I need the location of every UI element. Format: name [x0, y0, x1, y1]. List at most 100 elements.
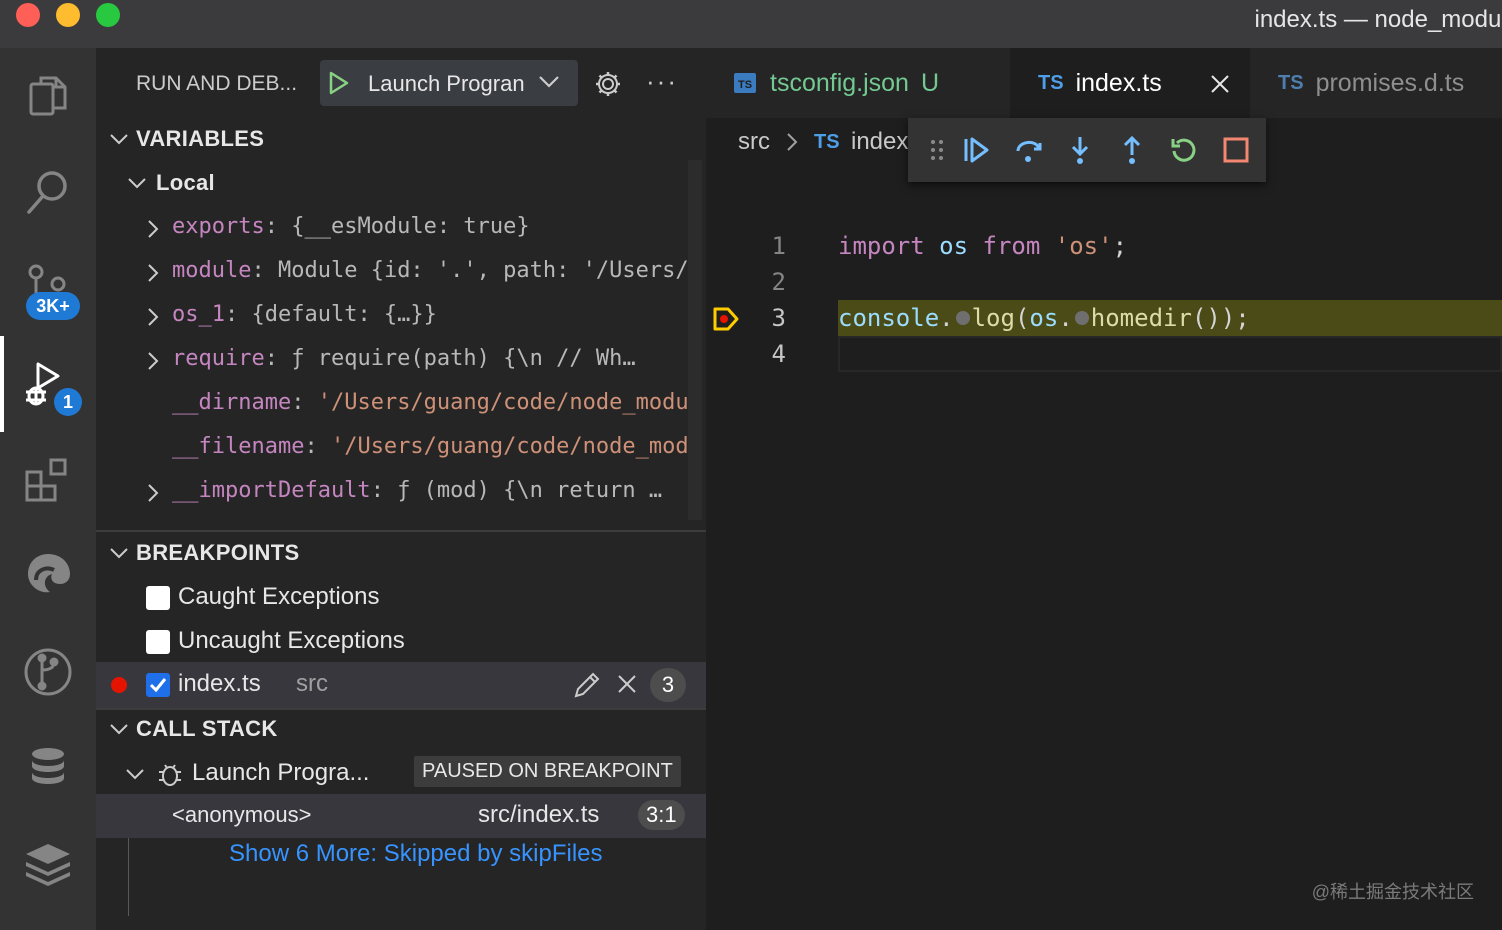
- uncaught-exceptions-row[interactable]: Uncaught Exceptions: [96, 620, 706, 664]
- identifier-os: os: [939, 232, 969, 260]
- stack-button[interactable]: [0, 816, 96, 912]
- caught-exceptions-checkbox[interactable]: [146, 586, 170, 610]
- source-control-button[interactable]: 3K+: [0, 240, 96, 336]
- minimize-window-button[interactable]: [56, 3, 80, 27]
- code-line-3[interactable]: console. log(os. homedir());: [838, 304, 1250, 332]
- tab-index-ts[interactable]: TS index.ts: [1010, 48, 1250, 118]
- variable-name: __importDefault: [172, 478, 371, 503]
- chevron-down-icon: [126, 769, 144, 780]
- close-window-button[interactable]: [16, 3, 40, 27]
- variable-row[interactable]: __importDefault: ƒ (mod) {\n return …: [96, 472, 706, 516]
- variable-row[interactable]: require: ƒ require(path) {\n // Wh…: [96, 340, 706, 384]
- launch-config-dropdown[interactable]: Launch Progran: [320, 60, 578, 106]
- breakpoint-checkbox[interactable]: [146, 673, 170, 697]
- variable-value: '/Users/guang/code/node_mod…: [330, 434, 702, 459]
- variable-value: '/Users/guang/code/node_modu…: [317, 390, 702, 415]
- variables-section-header[interactable]: VARIABLES: [96, 120, 706, 160]
- ts-file-icon: TS: [1278, 71, 1304, 94]
- breakpoints-section-header[interactable]: BREAKPOINTS: [96, 534, 706, 574]
- code-line-1[interactable]: import os from 'os';: [838, 232, 1127, 260]
- continue-button[interactable]: [956, 130, 996, 170]
- chevron-down-icon: [110, 724, 128, 735]
- tab-git-status: U: [920, 68, 940, 97]
- zoom-window-button[interactable]: [96, 3, 120, 27]
- step-into-icon: [1071, 137, 1089, 164]
- call-end: ());: [1191, 304, 1250, 332]
- variable-name: require: [172, 346, 265, 371]
- ts-file-icon: TS: [1038, 71, 1064, 94]
- keyword-import: import: [838, 232, 925, 260]
- line-4-border: [838, 336, 1502, 372]
- function-log: log: [971, 304, 1015, 332]
- close-icon[interactable]: [1210, 74, 1230, 94]
- uncaught-exceptions-checkbox[interactable]: [146, 630, 170, 654]
- search-button[interactable]: [0, 144, 96, 240]
- breadcrumb-folder[interactable]: src: [738, 128, 770, 156]
- database-button[interactable]: [0, 720, 96, 816]
- caught-exceptions-label: Caught Exceptions: [178, 583, 380, 610]
- debug-session-row[interactable]: Launch Progra... PAUSED ON BREAKPOINT: [96, 752, 706, 796]
- ts-file-icon: TS: [814, 131, 840, 153]
- ts-file-icon: TS: [734, 73, 756, 93]
- local-scope-row[interactable]: Local: [96, 164, 706, 204]
- inline-breakpoint-dot[interactable]: [1074, 310, 1089, 325]
- debug-sidebar: RUN AND DEB... Launch Progran ··· VARIAB…: [96, 48, 706, 930]
- variable-name: os_1: [172, 302, 225, 327]
- edge-button[interactable]: [0, 528, 96, 624]
- dot: .: [1058, 304, 1073, 332]
- chevron-right-icon: [148, 264, 159, 282]
- variable-row[interactable]: __dirname: '/Users/guang/code/node_modu…: [96, 384, 706, 428]
- step-into-button[interactable]: [1060, 130, 1100, 170]
- line-number: 3: [771, 304, 786, 332]
- remove-breakpoint-icon[interactable]: [616, 673, 638, 695]
- step-over-icon: [1016, 141, 1042, 162]
- more-actions-button[interactable]: ···: [646, 66, 678, 97]
- gear-icon[interactable]: [594, 70, 622, 98]
- variable-row[interactable]: __filename: '/Users/guang/code/node_mod…: [96, 428, 706, 472]
- breakpoint-row[interactable]: index.ts src 3: [96, 662, 706, 708]
- chevron-down-icon: [110, 134, 128, 145]
- tab-tsconfig[interactable]: TS tsconfig.json U: [706, 48, 1008, 118]
- variables-scrollbar[interactable]: [688, 160, 702, 520]
- stack-frame-row[interactable]: <anonymous> src/index.ts 3:1: [96, 794, 706, 838]
- stack-frame-name: <anonymous>: [172, 802, 312, 827]
- variable-value: Module {id: '.', path: '/Users/…: [277, 258, 702, 283]
- explorer-button[interactable]: [0, 48, 96, 144]
- tab-promises[interactable]: TS promises.d.ts: [1252, 48, 1502, 118]
- stop-icon: [1223, 137, 1249, 163]
- call-stack-section-header[interactable]: CALL STACK: [96, 710, 706, 750]
- breakpoint-folder: src: [296, 670, 328, 697]
- debug-badge: 1: [54, 388, 82, 416]
- drag-handle-icon[interactable]: [930, 138, 944, 162]
- variable-row[interactable]: exports: {__esModule: true}: [96, 208, 706, 252]
- chevron-down-icon: [110, 548, 128, 559]
- variable-value: {__esModule: true}: [291, 214, 530, 239]
- variable-row[interactable]: os_1: {default: {…}}: [96, 296, 706, 340]
- step-out-button[interactable]: [1112, 130, 1152, 170]
- string-literal: 'os': [1054, 232, 1113, 260]
- step-over-button[interactable]: [1008, 130, 1048, 170]
- restart-button[interactable]: [1164, 130, 1204, 170]
- variable-row[interactable]: module: Module {id: '.', path: '/Users/…: [96, 252, 706, 296]
- extensions-button[interactable]: [0, 432, 96, 528]
- variable-name: exports: [172, 214, 265, 239]
- edit-pencil-icon[interactable]: [572, 670, 602, 700]
- paren: (: [1014, 304, 1030, 332]
- run-debug-button[interactable]: 1: [0, 336, 96, 432]
- search-icon: [27, 171, 67, 214]
- inline-breakpoint-dot[interactable]: [955, 310, 970, 325]
- chevron-right-icon: [148, 352, 159, 370]
- variable-value: ƒ (mod) {\n return …: [397, 478, 663, 503]
- stop-button[interactable]: [1216, 130, 1256, 170]
- show-more-frames-link[interactable]: Show 6 More: Skipped by skipFiles: [229, 840, 603, 868]
- chevron-down-icon: [539, 76, 559, 88]
- git-graph-button[interactable]: [0, 624, 96, 720]
- function-homedir: homedir: [1090, 304, 1192, 332]
- breakpoint-dot-icon: [111, 677, 127, 693]
- breadcrumb-file[interactable]: index: [851, 128, 909, 156]
- files-icon: [29, 76, 67, 116]
- debug-session-bug-icon: [159, 764, 181, 786]
- caught-exceptions-row[interactable]: Caught Exceptions: [96, 576, 706, 620]
- variable-name: __dirname: [172, 390, 292, 415]
- launch-config-label: Launch Progran: [368, 71, 525, 96]
